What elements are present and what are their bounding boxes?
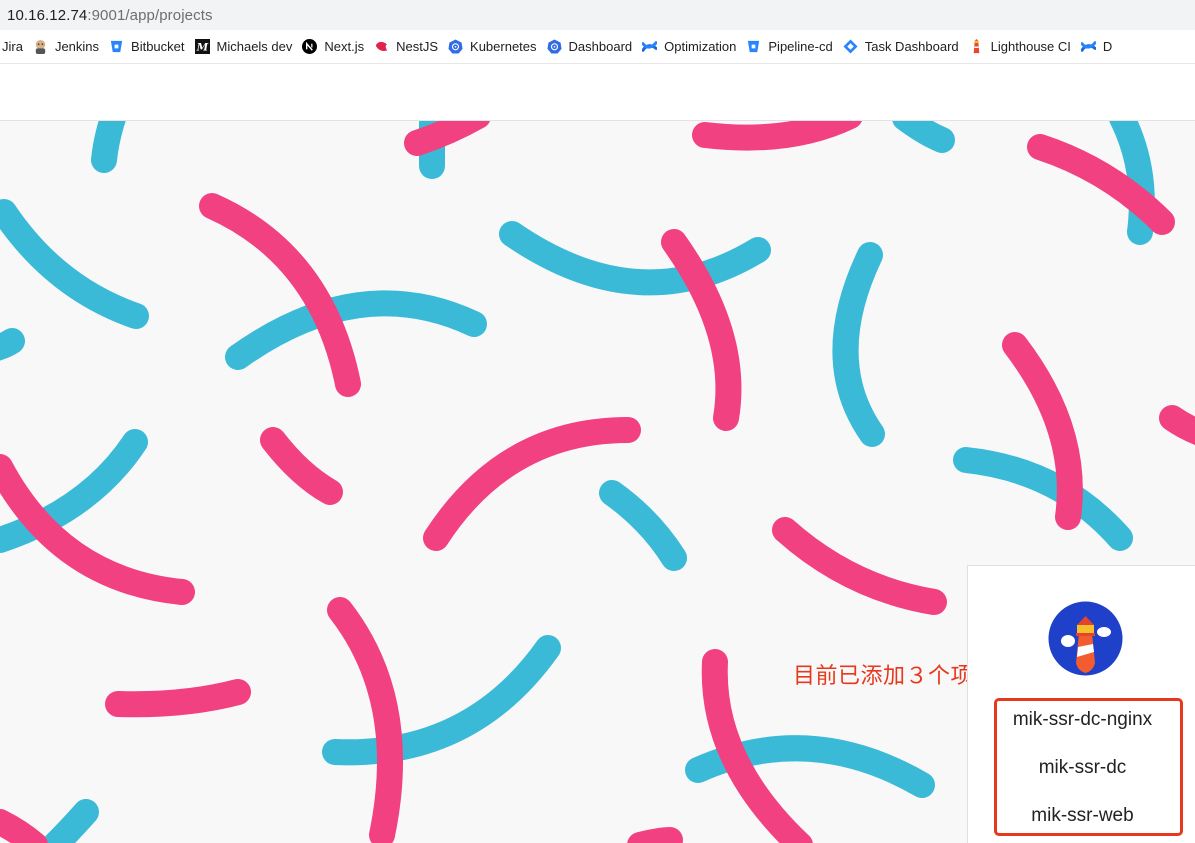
confluence-icon [642,39,658,54]
project-list-panel: mik-ssr-dc-nginx mik-ssr-dc mik-ssr-web [967,565,1195,843]
bookmark-label: Jenkins [54,39,100,54]
app-header [0,64,1195,121]
michaels-icon: M [194,39,210,54]
bookmark-label: Jira [2,39,23,54]
annotation-text: 目前已添加３个项目 [793,664,996,689]
bookmark-nestjs[interactable]: NestJS [374,30,448,63]
svg-text:M: M [195,41,208,53]
bookmark-pipeline-cd[interactable]: Pipeline-cd [746,30,842,63]
bookmark-d[interactable]: D [1080,30,1122,63]
bookmark-label: NestJS [396,39,439,54]
bookmark-label: Optimization [664,39,737,54]
bookmark-dashboard[interactable]: Dashboard [547,30,643,63]
jenkins-icon [33,39,48,54]
project-item-mik-ssr-dc-nginx[interactable]: mik-ssr-dc-nginx [968,698,1195,746]
bookmarks-bar: Jira Jenkins Bitbucket M Michaels dev Ne… [0,30,1195,64]
bitbucket-icon [746,39,761,54]
bookmark-label: Next.js [324,39,365,54]
bookmark-label: Task Dashboard [864,39,959,54]
nextjs-icon [302,39,318,54]
confluence-icon [1080,39,1096,54]
browser-window: 10.16.12.74:9001/app/projects Jira Jenki… [0,0,1195,843]
bookmark-label: Dashboard [568,39,633,54]
jira-diamond-icon [843,39,858,54]
kubernetes-icon [448,39,463,54]
project-item-mik-ssr-web[interactable]: mik-ssr-web [968,794,1195,842]
bitbucket-icon [109,39,124,54]
lighthouse-logo-icon [1048,601,1123,676]
bookmark-nextjs[interactable]: Next.js [302,30,374,63]
bookmark-label: Lighthouse CI [990,39,1071,54]
bookmark-bitbucket[interactable]: Bitbucket [109,30,194,63]
bookmark-jira[interactable]: Jira [0,30,33,63]
project-item-mik-ssr-dc[interactable]: mik-ssr-dc [968,746,1195,794]
url-path: :9001/app/projects [87,6,213,24]
bookmark-label: Michaels dev [216,39,293,54]
bookmark-label: Pipeline-cd [768,39,833,54]
bookmark-jenkins[interactable]: Jenkins [33,30,109,63]
bookmark-kubernetes[interactable]: Kubernetes [448,30,547,63]
bookmark-label: Bitbucket [131,39,185,54]
bookmark-label: D [1102,39,1113,54]
bookmark-lighthouse-ci[interactable]: Lighthouse CI [969,30,1081,63]
project-list: mik-ssr-dc-nginx mik-ssr-dc mik-ssr-web [968,698,1195,842]
address-bar[interactable]: 10.16.12.74:9001/app/projects [0,0,1195,30]
kubernetes-icon [547,39,562,54]
bookmark-label: Kubernetes [470,39,537,54]
nestjs-icon [374,39,389,54]
lighthouse-icon [969,39,984,54]
bookmark-optimization[interactable]: Optimization [642,30,746,63]
bookmark-task-dashboard[interactable]: Task Dashboard [843,30,969,63]
bookmark-michaels-dev[interactable]: M Michaels dev [194,30,303,63]
url-host: 10.16.12.74 [7,6,88,24]
